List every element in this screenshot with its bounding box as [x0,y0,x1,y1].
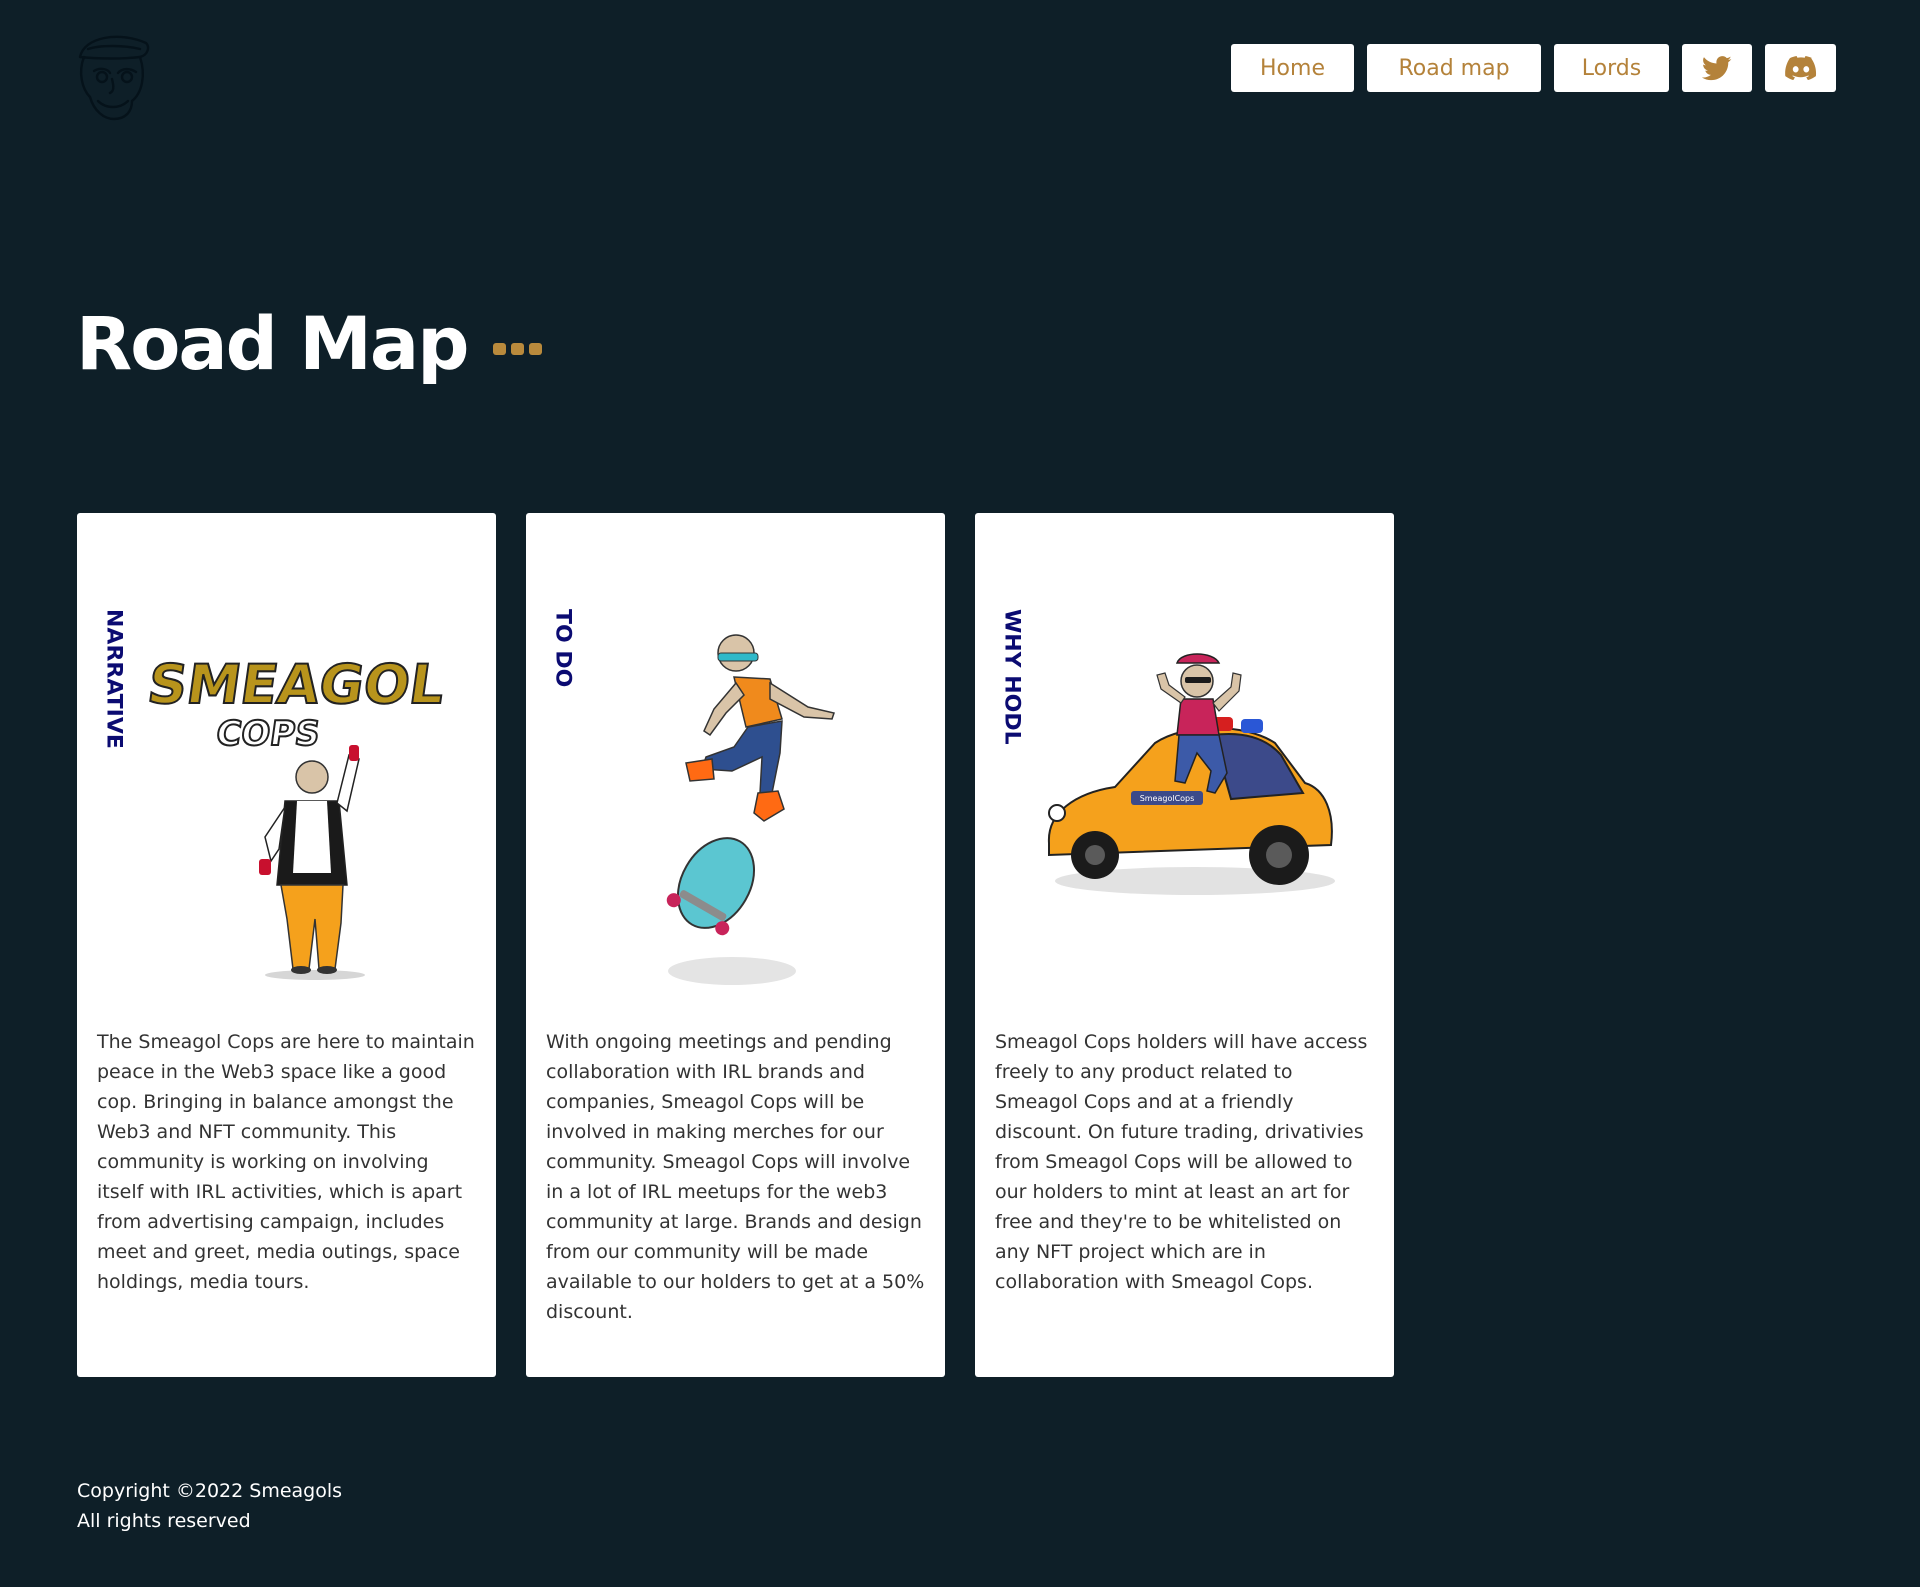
smeagol-cop-logo-icon[interactable] [74,27,154,122]
discord-icon [1784,56,1816,80]
footer-copyright: Copyright ©2022 Smeagols [77,1480,343,1502]
footer: Copyright ©2022 Smeagols All rights rese… [77,1476,342,1536]
card-description: The Smeagol Cops are here to maintain pe… [97,1031,475,1293]
page-title: Road Map [76,302,469,387]
top-nav: Home Road map Lords [1231,44,1836,92]
footer-rights: All rights reserved [77,1510,251,1532]
page-heading: Road Map [76,302,543,387]
card-label: TO DO [550,609,575,688]
title-dots-decoration [493,342,543,355]
roadmap-card-todo: TO DO With ongoing meetings and pending … [526,513,945,1377]
skateboarder-illustration [666,634,835,985]
roadmap-cards: NARRATIVE SMEAGOL COPS The Smeagol Cops … [77,513,1394,1377]
nav-home-button[interactable]: Home [1231,44,1354,92]
card-description: With ongoing meetings and pending collab… [546,1031,925,1323]
nav-lords-button[interactable]: Lords [1554,44,1669,92]
police-car-illustration: SmeagolCops [1047,653,1335,895]
dot [511,342,525,355]
roadmap-card-why-hodl: WHY HODL SmeagolCops Smeagol Cops holder [975,513,1394,1377]
card-label: WHY HODL [999,609,1024,745]
graffiti-text: SMEAGOL [144,653,449,716]
graffiti-artist-illustration: SMEAGOL COPS [143,652,450,980]
roadmap-card-narrative: NARRATIVE SMEAGOL COPS The Smeagol Cops … [77,513,496,1377]
nav-roadmap-button[interactable]: Road map [1367,44,1541,92]
card-description: Smeagol Cops holders will have access fr… [995,1031,1368,1293]
graffiti-subtext: COPS [214,714,323,754]
card-label: NARRATIVE [101,609,126,749]
car-plate-text: SmeagolCops [1140,794,1195,803]
dot [529,342,543,355]
discord-button[interactable] [1765,44,1836,92]
twitter-button[interactable] [1682,44,1752,92]
dot [493,342,507,355]
twitter-icon [1702,55,1732,80]
